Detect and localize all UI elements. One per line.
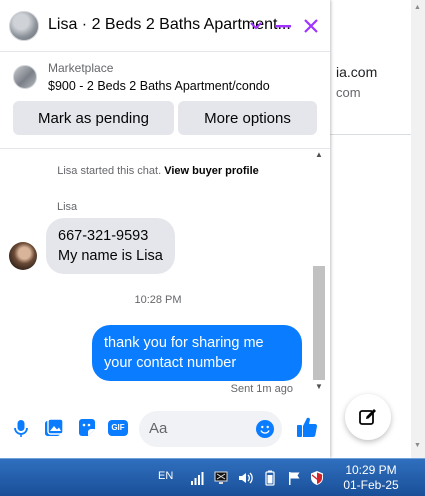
minimize-icon[interactable] [273,14,293,38]
thumbs-up-icon[interactable] [295,415,318,438]
system-clock[interactable]: 10:29 PM 01-Feb-25 [338,463,404,493]
signal-icon[interactable] [190,470,206,486]
background-email-text: ia.com [336,64,378,80]
more-options-button[interactable]: More options [178,101,317,135]
system-message-text: Lisa started this chat. [57,165,162,177]
incoming-message-line: 667-321-9593 [58,228,149,244]
message-input-placeholder: Aa [149,420,168,437]
composer-bar: GIF Aa [0,404,330,450]
incoming-message-line: My name is Lisa [58,248,163,264]
sender-name: Lisa [57,201,78,213]
listing-avatar[interactable] [9,11,39,41]
sent-status: Sent 1m ago [230,383,293,395]
clock-date: 01-Feb-25 [343,478,399,492]
language-indicator[interactable]: EN [158,470,173,482]
outgoing-message: thank you for sharing me your contact nu… [92,325,302,381]
mark-as-pending-button[interactable]: Mark as pending [13,101,174,135]
taskbar: EN 10:29 PM 01-Feb-25 [0,458,425,496]
compose-icon [359,409,376,425]
emoji-icon[interactable] [256,420,274,438]
time-separator: 10:28 PM [134,294,182,306]
background-email-text-secondary: com [336,85,361,100]
listing-category: Marketplace [48,61,114,75]
listing-thumbnail[interactable] [13,65,37,89]
chat-scrollbar[interactable]: ▲ ▼ [312,148,326,396]
scroll-down-icon[interactable]: ▼ [414,442,421,449]
scroll-up-icon[interactable]: ▲ [315,150,323,159]
photo-icon[interactable] [43,417,65,439]
chat-window: Lisa · 2 Beds 2 Baths Apartment... Marke… [0,0,330,458]
listing-title[interactable]: $900 - 2 Beds 2 Baths Apartment/condo [48,79,270,93]
gif-icon[interactable]: GIF [107,417,129,439]
close-icon[interactable] [301,14,321,38]
message-list: Lisa started this chat. View buyer profi… [0,148,330,396]
gif-label: GIF [111,423,125,432]
clock-time: 10:29 PM [345,463,397,477]
battery-icon[interactable] [262,470,278,486]
scrollbar-thumb[interactable] [313,266,325,380]
network-icon[interactable] [213,470,229,486]
flag-icon[interactable] [286,470,302,486]
screen: ia.com com ▲ ▼ Lisa · 2 Beds 2 Baths Apa… [0,0,425,496]
volume-icon[interactable] [237,470,253,486]
chat-header[interactable]: Lisa · 2 Beds 2 Baths Apartment... [0,0,330,52]
page-scrollbar[interactable]: ▲ ▼ [411,0,425,458]
new-message-button[interactable] [345,394,391,440]
background-divider [330,134,411,135]
avatar[interactable] [9,242,37,270]
view-buyer-profile-link[interactable]: View buyer profile [164,165,259,177]
sticker-icon[interactable] [76,417,98,439]
shield-icon[interactable] [309,470,325,486]
incoming-message: 667-321-9593 My name is Lisa [46,218,175,274]
chevron-down-icon[interactable] [248,14,264,38]
system-message: Lisa started this chat. View buyer profi… [0,165,316,177]
scroll-down-icon[interactable]: ▼ [315,382,323,391]
microphone-icon[interactable] [10,417,32,439]
scroll-up-icon[interactable]: ▲ [414,4,421,11]
